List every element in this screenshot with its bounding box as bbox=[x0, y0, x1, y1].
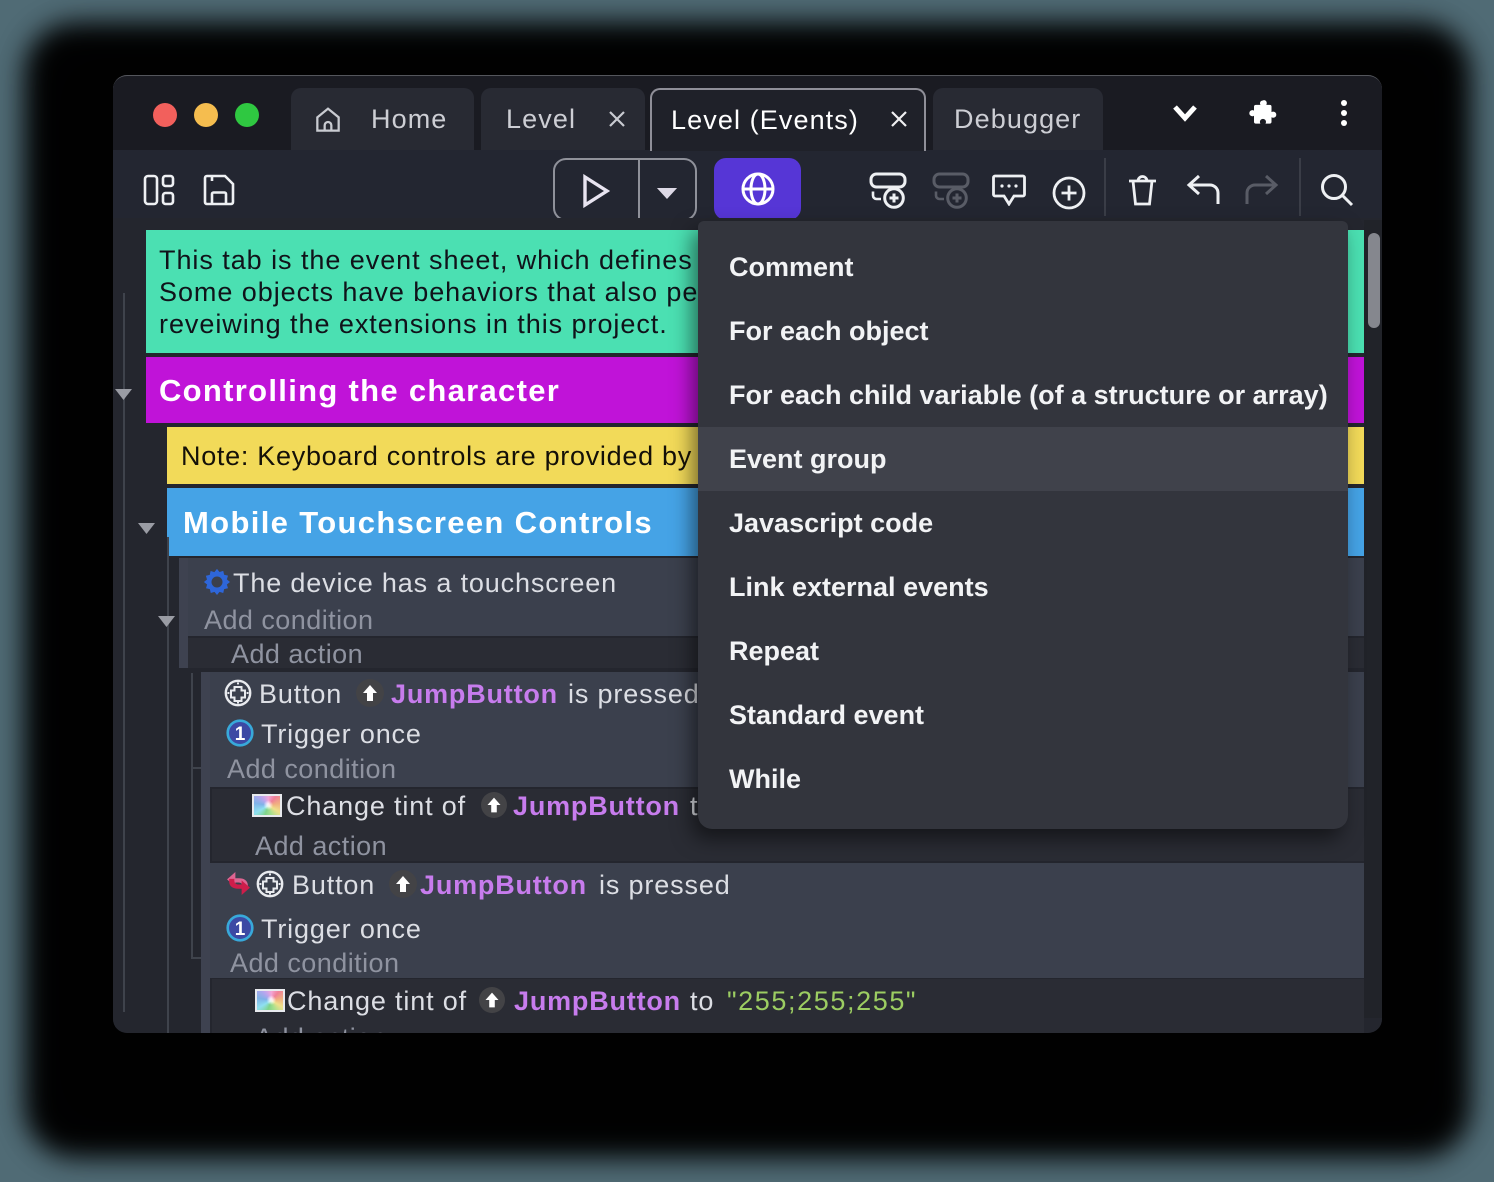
svg-text:1: 1 bbox=[235, 724, 246, 745]
svg-text:1: 1 bbox=[235, 919, 246, 940]
